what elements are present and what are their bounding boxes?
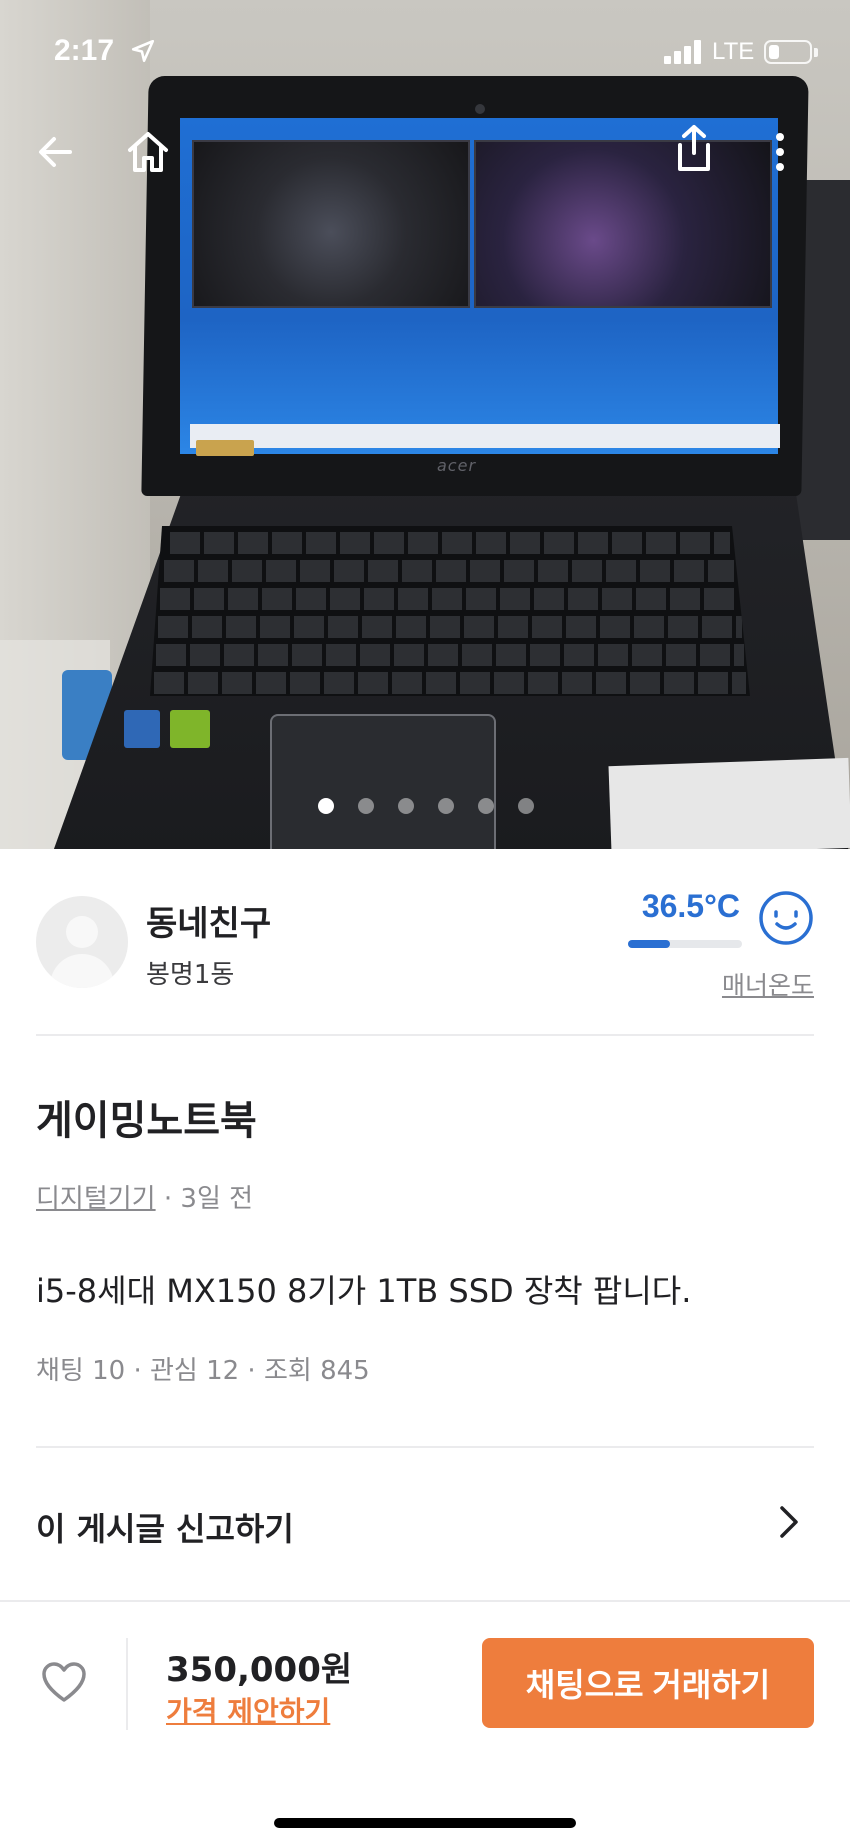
price-offer-link[interactable]: 가격 제안하기 [166,1690,330,1730]
seller-name[interactable]: 동네친구 [146,896,271,945]
windows-taskbar [190,424,780,448]
carousel-dot[interactable] [438,798,454,814]
section-divider [36,1034,814,1036]
carousel-dots [0,798,850,816]
back-arrow-icon[interactable] [28,124,84,180]
seller-avatar[interactable] [36,896,128,988]
avatar-body [50,954,114,988]
post-category-link[interactable]: 디지털기기 [36,1184,156,1214]
more-vertical-icon[interactable] [752,124,808,180]
intel-sticker [124,710,160,748]
seller-location: 봉명1동 [146,960,235,990]
post-meta: 디지털기기 · 3일 전 [36,1178,253,1215]
home-indicator [274,1818,576,1828]
avatar-head [66,916,98,948]
location-arrow-icon [131,39,155,63]
post-body: i5-8세대 MX150 8기가 1TB SSD 장착 팝니다. [36,1272,692,1310]
smile-face-icon [759,891,813,945]
post-title: 게이밍노트북 [36,1098,257,1144]
post-stats: 채팅 10 · 관심 12 · 조회 845 [36,1356,370,1386]
network-type: LTE [712,38,755,65]
laptop-webcam [475,104,485,114]
status-time: 2:17 [54,34,115,67]
manner-temperature-value: 36.5°C [641,888,740,924]
manner-temperature-link[interactable]: 매너온도 [680,966,814,1002]
battery-icon [764,40,812,64]
laptop-keyboard [150,526,750,696]
carousel-dot[interactable] [358,798,374,814]
acer-logo: acer [437,456,477,475]
chevron-right-icon [780,1506,798,1538]
hd-sticker [196,440,254,456]
laptop-touchpad [270,714,496,849]
report-post-row[interactable]: 이 게시글 신고하기 [0,1444,850,1616]
share-icon[interactable] [666,120,722,176]
heart-icon[interactable] [40,1660,88,1704]
report-post-label: 이 게시글 신고하기 [36,1510,294,1548]
game-window-left [192,140,470,308]
nvidia-sticker [170,710,210,748]
carousel-dot[interactable] [478,798,494,814]
chat-trade-button[interactable]: 채팅으로 거래하기 [482,1638,814,1728]
post-time: · 3일 전 [163,1184,254,1214]
signal-icon [664,38,706,64]
carousel-dot[interactable] [318,798,334,814]
status-bar: 2:17 LTE [0,0,850,100]
battery-cap [814,48,818,57]
home-icon[interactable] [120,124,176,180]
battery-level [769,45,779,59]
carousel-dot[interactable] [398,798,414,814]
manner-temperature-bar [628,940,742,948]
game-window-right [474,140,772,308]
price: 350,000원 [166,1650,353,1690]
bottom-action-bar: 350,000원 가격 제안하기 채팅으로 거래하기 [0,1600,850,1841]
bottom-divider [126,1638,128,1730]
carousel-dot[interactable] [518,798,534,814]
manner-temperature-fill [628,940,670,948]
